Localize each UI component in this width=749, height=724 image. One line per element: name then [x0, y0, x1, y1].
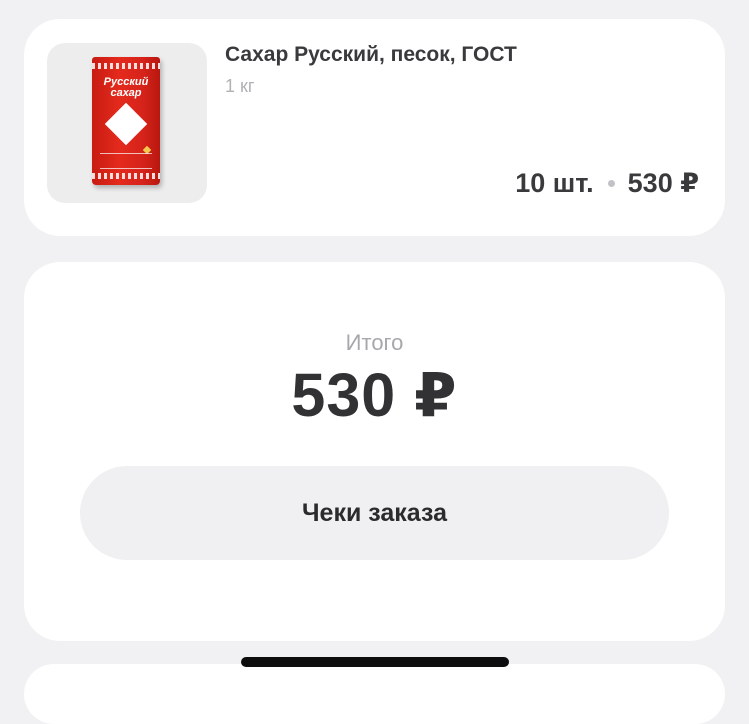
product-name: Сахар Русский, песок, ГОСТ	[225, 43, 517, 66]
total-label: Итого	[345, 330, 404, 355]
order-summary-card: Итого 530 ₽ Чеки заказа	[24, 262, 725, 641]
product-weight: 1 кг	[225, 76, 255, 96]
product-card[interactable]: Русский сахар Сахар Русский, песок, ГОСТ…	[24, 19, 725, 236]
pack-ornament-bottom	[92, 173, 160, 179]
product-price: 530 ₽	[627, 168, 699, 198]
pack-diamond	[104, 102, 148, 146]
product-quantity: 10 шт.	[515, 168, 594, 198]
pack-label: Русский сахар	[103, 76, 149, 99]
pack-lines	[100, 153, 152, 169]
next-card	[24, 664, 725, 724]
product-image[interactable]: Русский сахар	[47, 43, 207, 203]
total-amount: 530 ₽	[291, 361, 458, 429]
home-indicator[interactable]	[241, 657, 509, 667]
pack-ornament	[92, 63, 160, 69]
sugar-package-image: Русский сахар	[92, 57, 160, 185]
separator-dot	[607, 180, 615, 187]
order-receipts-button[interactable]: Чеки заказа	[80, 466, 669, 560]
product-price-row: 10 шт. 530 ₽	[515, 168, 699, 199]
